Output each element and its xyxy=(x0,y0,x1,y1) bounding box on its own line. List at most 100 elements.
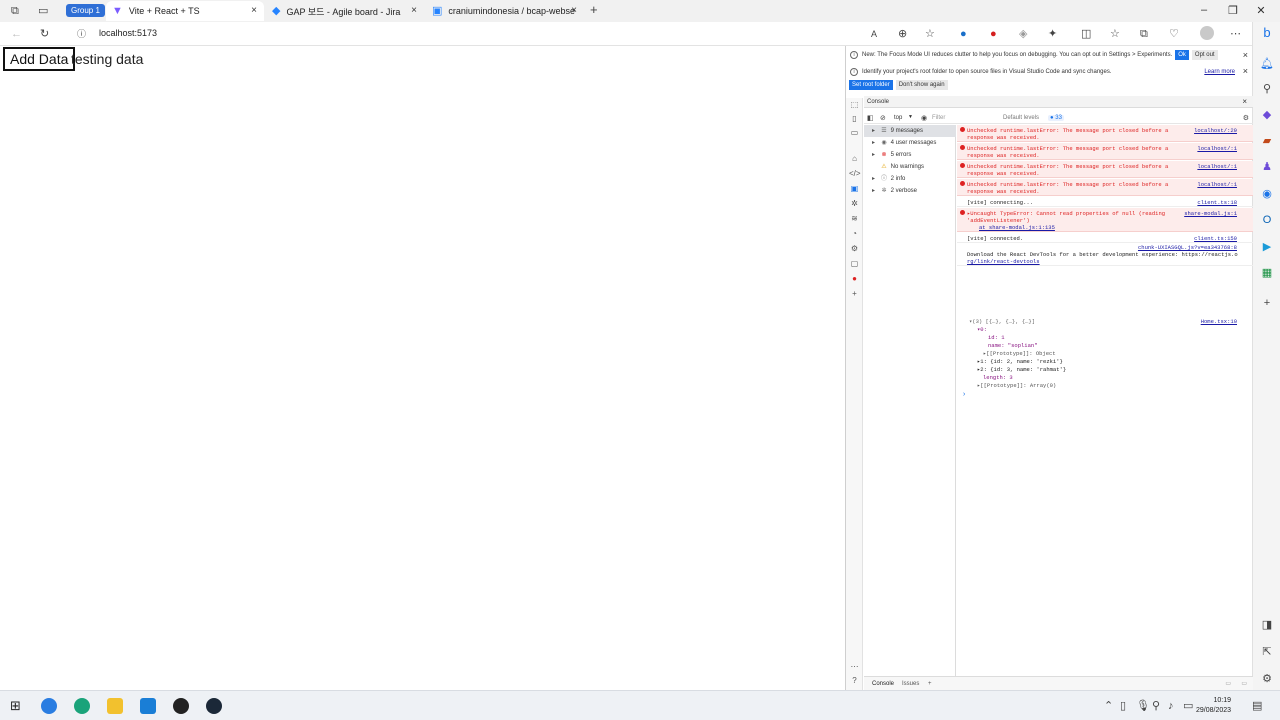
drawer-tab-issues[interactable]: Issues xyxy=(902,677,919,691)
back-icon[interactable]: ← xyxy=(11,27,22,41)
log-entry[interactable]: Unchecked runtime.lastError: The message… xyxy=(957,179,1253,196)
site-info-icon[interactable]: ⓘ xyxy=(77,27,86,41)
outlook-icon[interactable]: O xyxy=(1260,213,1274,227)
notification-center-icon[interactable]: ▤ xyxy=(1252,699,1262,713)
steam-icon[interactable] xyxy=(206,698,222,714)
object-prototype[interactable]: ▸[[Prototype]]: Object xyxy=(983,350,1056,357)
help-icon[interactable]: ? xyxy=(849,676,860,686)
new-tab-button[interactable]: + xyxy=(590,3,598,17)
levels-dropdown[interactable]: Default levels xyxy=(1003,115,1039,121)
log-source-link[interactable]: localhost/:1 xyxy=(1197,145,1237,152)
excel-icon[interactable]: ▦ xyxy=(1260,266,1274,280)
tab-bitbucket[interactable]: ▣ craniumindonesia / bcap-webse × xyxy=(426,1,584,21)
profile-avatar[interactable] xyxy=(1200,26,1214,40)
inspect-icon[interactable]: ⬚ xyxy=(849,100,860,110)
reload-icon[interactable]: ↻ xyxy=(40,27,49,41)
close-window-icon[interactable]: ✕ xyxy=(1254,4,1268,17)
close-drawer-icon[interactable]: ▭ xyxy=(1241,677,1247,691)
log-entry[interactable]: Unchecked runtime.lastError: The message… xyxy=(957,161,1253,178)
volume-icon[interactable]: ♪ xyxy=(1168,699,1174,713)
eye-icon[interactable]: ◉ xyxy=(921,112,927,126)
tab-vite[interactable]: ▼ Vite + React + TS × xyxy=(106,1,264,21)
log-source-link[interactable]: localhost/:1 xyxy=(1197,181,1237,188)
close-tab-icon[interactable]: × xyxy=(408,5,420,16)
issues-count-badge[interactable]: ● 33 xyxy=(1048,115,1064,121)
filter-user-messages[interactable]: ▸ ◉ 4 user messages xyxy=(864,137,956,149)
tab-jira[interactable]: ◆ GAP 보드 - Agile board - Jira × xyxy=(266,1,424,21)
maximize-icon[interactable]: ❐ xyxy=(1226,4,1240,17)
close-banner-icon[interactable]: × xyxy=(1243,66,1248,76)
log-source-link[interactable]: share-modal.js:1 xyxy=(1184,210,1237,217)
close-banner-icon[interactable]: × xyxy=(1243,50,1248,60)
shield-icon[interactable]: ◈ xyxy=(1019,27,1027,41)
workspaces-icon[interactable]: ⧉ xyxy=(11,4,19,18)
shopping-icon[interactable]: ◆ xyxy=(1260,108,1274,122)
tray-device-icon[interactable]: ▯ xyxy=(1120,699,1126,713)
drawer-tab-console[interactable]: Console xyxy=(872,677,894,691)
taskbar-clock[interactable]: 10:19 29/08/2023 xyxy=(1196,696,1231,716)
opera-extension-icon[interactable]: ● xyxy=(990,27,997,41)
tray-chevron-icon[interactable]: ⌃ xyxy=(1104,699,1113,713)
tab-actions-icon[interactable]: ▭ xyxy=(38,4,48,18)
performance-icon[interactable]: ◔ xyxy=(849,229,860,239)
filter-errors[interactable]: ▸ ⊗ 5 errors xyxy=(864,149,956,161)
elements-icon[interactable]: </> xyxy=(849,169,861,179)
dont-show-again-button[interactable]: Don't show again xyxy=(895,80,948,90)
games-icon[interactable]: ♟ xyxy=(1260,160,1274,174)
devtools-link[interactable]: rg/link/react-devtools xyxy=(967,258,1253,265)
drop-icon[interactable]: ▶ xyxy=(1260,240,1274,254)
log-source-link[interactable]: chunk-UXIASGQL.js?v=ea343768:8 xyxy=(1138,244,1237,251)
add-drawer-tab-icon[interactable]: + xyxy=(928,677,932,691)
filter-info[interactable]: ▸ ⓘ 2 info xyxy=(864,173,956,185)
log-entry[interactable]: [vite] connecting... client.ts:18 xyxy=(957,197,1253,207)
favorite-star-icon[interactable]: ☆ xyxy=(925,27,935,41)
more-tools-icon[interactable]: + xyxy=(849,289,860,299)
log-source-link[interactable]: localhost/:1 xyxy=(1197,163,1237,170)
log-entry[interactable]: ▸Uncaught TypeError: Cannot read propert… xyxy=(957,208,1253,232)
filter-input[interactable]: Filter xyxy=(932,115,992,121)
tab-group-chip[interactable]: Group 1 xyxy=(66,4,105,17)
learn-more-link[interactable]: Learn more xyxy=(1204,69,1235,75)
bing-copilot-icon[interactable]: b xyxy=(1260,26,1274,40)
tools-icon[interactable]: ▰ xyxy=(1260,134,1274,148)
opt-out-button[interactable]: Opt out xyxy=(1191,50,1218,60)
memory-icon[interactable]: ⚙ xyxy=(849,244,860,254)
console-icon[interactable]: ▣ xyxy=(849,184,860,194)
filter-all-messages[interactable]: ▸ ☰ 9 messages xyxy=(864,125,956,137)
notifications-icon[interactable]: 🔔︎ xyxy=(1260,57,1274,71)
context-select[interactable]: top xyxy=(894,115,902,121)
extensions-icon[interactable]: ✦ xyxy=(1048,27,1057,41)
file-explorer-icon[interactable] xyxy=(107,698,123,714)
application-icon[interactable]: ▢ xyxy=(849,259,860,269)
set-root-folder-button[interactable]: Set root folder xyxy=(849,80,893,90)
log-source-link[interactable]: client.ts:18 xyxy=(1197,199,1237,206)
device-icon[interactable]: ▯ xyxy=(849,114,860,124)
start-icon[interactable]: ⊞ xyxy=(10,699,21,713)
log-entry[interactable]: Unchecked runtime.lastError: The message… xyxy=(957,143,1253,160)
minimize-icon[interactable]: – xyxy=(1197,4,1211,16)
microsoft365-icon[interactable]: ◉ xyxy=(1260,187,1274,201)
add-data-button[interactable]: Add Data xyxy=(3,47,76,71)
network-icon[interactable]: ≋ xyxy=(849,214,860,224)
filter-warnings[interactable]: ⚠ No warnings xyxy=(864,161,956,173)
collections-icon[interactable]: ⧉ xyxy=(1140,27,1148,41)
sidebar-settings-icon[interactable]: ⚙ xyxy=(1260,672,1274,686)
array-index-1[interactable]: ▸1: {id: 2, name: 'rezki'} xyxy=(977,358,1063,365)
read-aloud-icon[interactable]: A xyxy=(871,27,877,41)
log-source-link[interactable]: client.ts:150 xyxy=(1194,235,1237,242)
welcome-icon[interactable]: ⌂ xyxy=(849,154,860,164)
screencast-icon[interactable]: ▭ xyxy=(849,128,860,138)
microphone-icon[interactable]: 🎙︎ xyxy=(1136,699,1150,713)
sidebar-toggle-icon[interactable]: ◧ xyxy=(867,112,874,126)
edge-dev-taskbar-icon[interactable] xyxy=(74,698,90,714)
log-source-link[interactable]: Home.tsx:10 xyxy=(1201,318,1237,325)
url-text[interactable]: localhost:5173 xyxy=(99,28,157,38)
vscode-icon[interactable] xyxy=(140,698,156,714)
favorites-icon[interactable]: ☆ xyxy=(1110,27,1120,41)
close-tab-icon[interactable]: × xyxy=(248,5,260,16)
add-sidebar-app-icon[interactable]: + xyxy=(1260,296,1274,310)
clear-console-icon[interactable]: ⊘ xyxy=(880,112,886,126)
issues-icon[interactable]: ● xyxy=(849,274,860,284)
sources-icon[interactable]: ✲ xyxy=(849,199,860,209)
browser-essentials-icon[interactable]: ♡ xyxy=(1169,27,1179,41)
